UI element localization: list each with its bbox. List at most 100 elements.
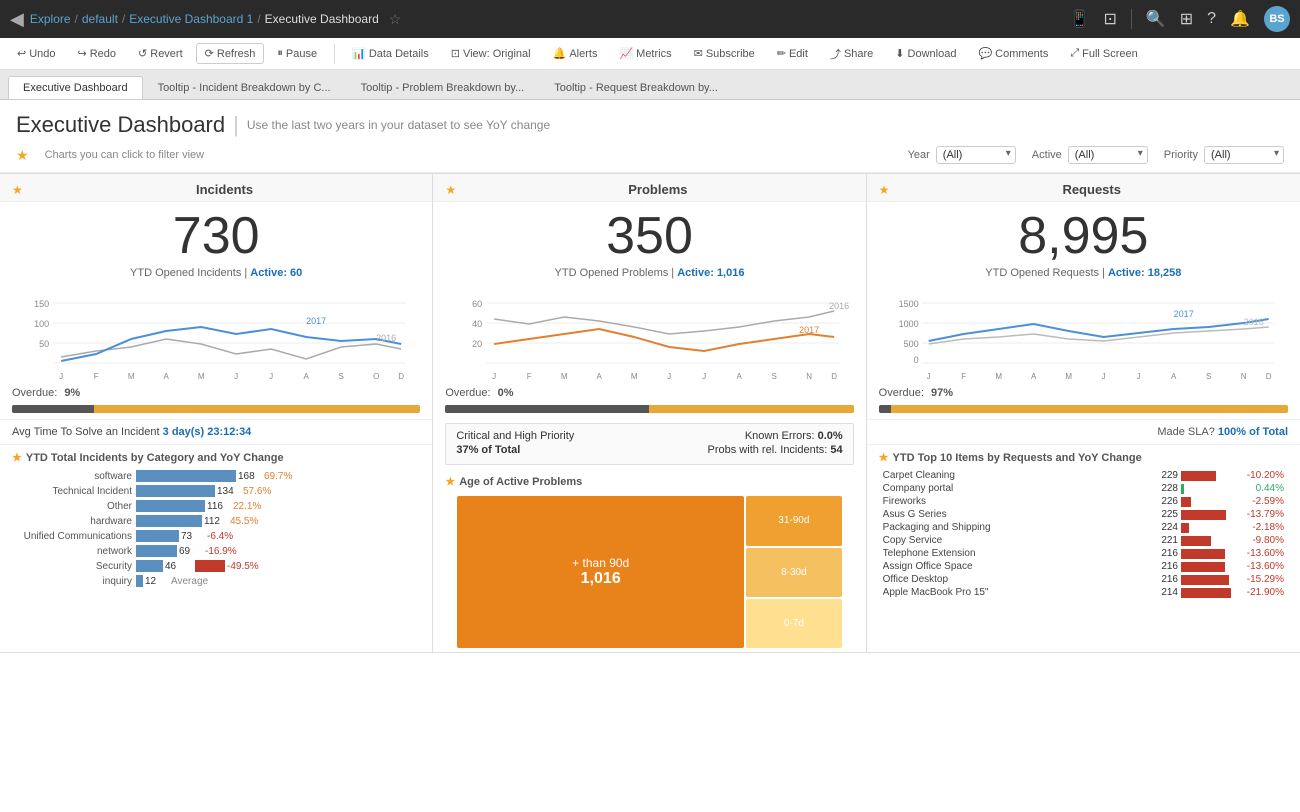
bar-row-other: Other 116 22.1%: [12, 500, 420, 512]
layout-icon[interactable]: ⊞: [1180, 9, 1193, 29]
svg-text:S: S: [772, 372, 777, 381]
requests-star-icon: ★: [879, 183, 890, 197]
svg-text:50: 50: [39, 339, 49, 349]
year-filter-select[interactable]: (All): [936, 146, 1016, 164]
request-item-packaging: Packaging and Shipping 224 -2.18%: [883, 522, 1284, 533]
full-screen-icon: ⤢: [1070, 47, 1079, 60]
notification-icon[interactable]: 🔔: [1230, 9, 1250, 29]
dashboard-subtitle: Use the last two years in your dataset t…: [247, 118, 550, 132]
request-item-copy-service: Copy Service 221 -9.80%: [883, 535, 1284, 546]
requests-sub-section: ★ YTD Top 10 Items by Requests and YoY C…: [867, 445, 1300, 602]
svg-text:2017: 2017: [799, 325, 819, 335]
edit-icon: ✏: [777, 47, 786, 60]
mobile-icon[interactable]: 📱: [1070, 9, 1090, 29]
bar-row-inquiry: inquiry 12 Average: [12, 575, 420, 587]
year-select-wrapper: (All): [936, 146, 1016, 164]
svg-text:2016: 2016: [829, 301, 849, 311]
svg-text:D: D: [832, 372, 838, 381]
svg-text:J: J: [59, 372, 63, 381]
revert-button[interactable]: ↺ Revert: [129, 43, 192, 64]
tab-problem-breakdown[interactable]: Tooltip - Problem Breakdown by...: [346, 76, 540, 99]
svg-text:D: D: [1265, 372, 1271, 381]
request-item-telephone: Telephone Extension 216 -13.60%: [883, 548, 1284, 559]
tab-executive-dashboard[interactable]: Executive Dashboard: [8, 76, 143, 99]
svg-text:J: J: [1101, 372, 1105, 381]
problems-kpi: 350 YTD Opened Problems | Active: 1,016: [433, 202, 865, 285]
download-button[interactable]: ⬇ Download: [886, 43, 965, 64]
redo-button[interactable]: ↪ Redo: [69, 43, 126, 64]
active-filter-select[interactable]: (All): [1068, 146, 1148, 164]
svg-text:0: 0: [913, 355, 918, 365]
request-item-office-space: Assign Office Space 216 -13.60%: [883, 561, 1284, 572]
main-content: Executive Dashboard | Use the last two y…: [0, 100, 1300, 812]
search-icon[interactable]: 🔍: [1146, 9, 1166, 29]
svg-text:J: J: [492, 372, 496, 381]
requests-panel: ★ Requests 8,995 YTD Opened Requests | A…: [867, 174, 1300, 653]
problems-panel: ★ Problems 350 YTD Opened Problems | Act…: [433, 174, 866, 653]
comments-button[interactable]: 💬 Comments: [969, 43, 1057, 64]
top-nav: ◀ Explore / default / Executive Dashboar…: [0, 0, 1300, 38]
svg-text:J: J: [234, 372, 238, 381]
breadcrumb: Explore / default / Executive Dashboard …: [30, 12, 379, 26]
active-select-wrapper: (All): [1068, 146, 1148, 164]
back-icon[interactable]: ◀: [10, 9, 24, 30]
present-icon[interactable]: ⊡: [1103, 9, 1116, 29]
incidents-overdue: Overdue: 9%: [0, 385, 432, 403]
incidents-panel-header: ★ Incidents: [0, 174, 432, 202]
bar-row-unified: Unified Communications 73 -6.4%: [12, 530, 420, 542]
svg-text:2016: 2016: [376, 333, 396, 343]
subscribe-button[interactable]: ✉ Subscribe: [685, 43, 764, 64]
problems-overdue-pct: 0%: [498, 387, 514, 399]
svg-text:1000: 1000: [898, 319, 918, 329]
svg-text:A: A: [737, 372, 743, 381]
full-screen-button[interactable]: ⤢ Full Screen: [1061, 43, 1146, 64]
share-button[interactable]: ⤴ Share: [821, 42, 882, 66]
star-favorite-icon[interactable]: ☆: [389, 11, 402, 28]
help-icon[interactable]: ?: [1207, 10, 1216, 28]
sep-line: [1131, 9, 1132, 29]
user-avatar[interactable]: BS: [1264, 6, 1290, 32]
problems-stats-box: Critical and High Priority Known Errors:…: [445, 423, 853, 465]
priority-select-wrapper: (All): [1204, 146, 1284, 164]
incidents-bar-chart: software 168 69.7% Technical Incident 13…: [12, 468, 420, 589]
tab-request-breakdown[interactable]: Tooltip - Request Breakdown by...: [539, 76, 733, 99]
svg-text:A: A: [303, 372, 309, 381]
svg-text:M: M: [128, 372, 135, 381]
pause-icon: ⏸: [277, 47, 283, 60]
data-details-button[interactable]: 📊 Data Details: [343, 43, 438, 64]
requests-kpi-sub: YTD Opened Requests | Active: 18,258: [879, 267, 1288, 279]
breadcrumb-dashboard1[interactable]: Executive Dashboard 1: [129, 12, 253, 26]
svg-text:M: M: [995, 372, 1002, 381]
svg-text:M: M: [631, 372, 638, 381]
incidents-overdue-pct: 9%: [64, 387, 80, 399]
problems-star-icon: ★: [445, 183, 456, 197]
edit-button[interactable]: ✏ Edit: [768, 43, 817, 64]
svg-text:150: 150: [34, 299, 49, 309]
svg-text:S: S: [1206, 372, 1211, 381]
svg-text:F: F: [527, 372, 532, 381]
undo-button[interactable]: ↩ Undo: [8, 43, 65, 64]
refresh-button[interactable]: ⟳ Refresh: [196, 43, 265, 64]
problems-line-chart: 60 40 20 2016 2017 J F M A: [433, 285, 865, 385]
alerts-button[interactable]: 🔔 Alerts: [544, 43, 607, 64]
view-original-button[interactable]: ⊡ View: Original: [442, 43, 540, 64]
bar-row-security: Security 46 -49.5%: [12, 560, 420, 572]
active-filter-group: Active (All): [1032, 146, 1148, 164]
priority-filter-select[interactable]: (All): [1204, 146, 1284, 164]
svg-text:F: F: [94, 372, 99, 381]
breadcrumb-explore[interactable]: Explore: [30, 12, 71, 26]
svg-text:2016: 2016: [1243, 317, 1263, 327]
incidents-line-chart: 150 100 50 2017 2016 J: [0, 285, 432, 385]
svg-text:S: S: [338, 372, 343, 381]
breadcrumb-default[interactable]: default: [82, 12, 118, 26]
metrics-icon: 📈: [619, 47, 633, 60]
svg-text:A: A: [163, 372, 169, 381]
metrics-button[interactable]: 📈 Metrics: [610, 43, 680, 64]
pause-button[interactable]: ⏸ Pause: [268, 43, 326, 64]
svg-text:20: 20: [472, 339, 482, 349]
tab-incident-breakdown[interactable]: Tooltip - Incident Breakdown by C...: [143, 76, 346, 99]
filter-row: ★ Charts you can click to filter view Ye…: [16, 146, 1284, 164]
year-filter-label: Year: [908, 149, 930, 161]
request-item-macbook: Apple MacBook Pro 15" 214 -21.90%: [883, 587, 1284, 598]
share-icon: ⤴: [830, 46, 841, 62]
